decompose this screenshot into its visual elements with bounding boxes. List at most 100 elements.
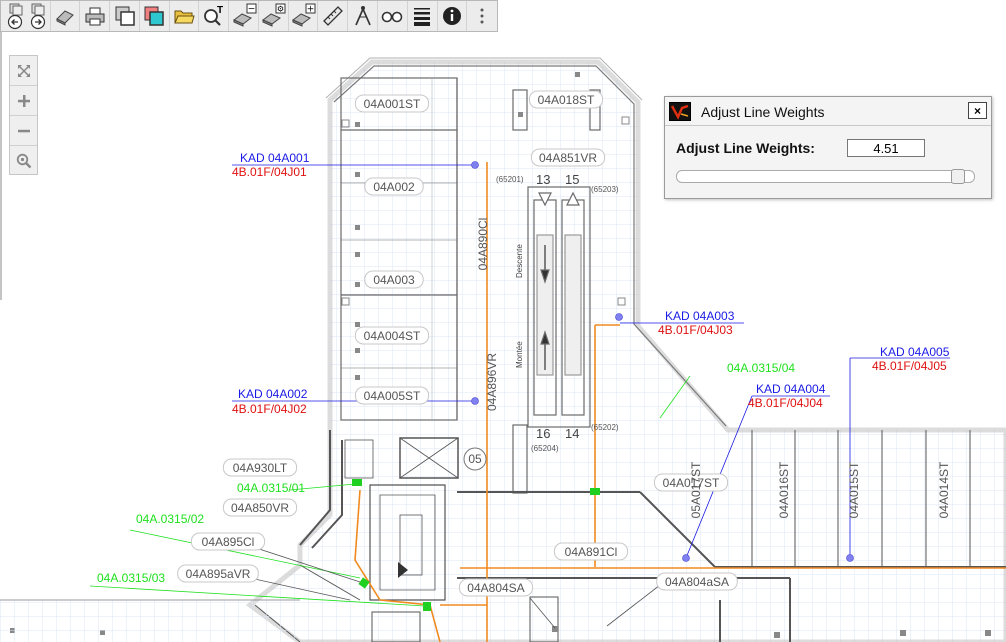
zone-code: (65204) xyxy=(531,444,559,453)
binoculars-icon xyxy=(382,11,403,23)
circuit-label: 04A.0315/02 xyxy=(136,512,204,526)
device-ref-label: 4B.01F/04J04 xyxy=(748,396,823,410)
room-label: 04A003 xyxy=(364,270,424,289)
zoom-in-button[interactable] xyxy=(10,86,37,116)
copy-color-button[interactable] xyxy=(140,1,170,31)
room-label: 04A804SA xyxy=(458,578,534,597)
room-label: 04A002 xyxy=(364,177,424,196)
vertical-room-label: 04A890Cl xyxy=(476,218,490,271)
zoom-fit-icon xyxy=(16,153,31,169)
line-weights-slider[interactable] xyxy=(676,169,975,184)
room-label-text: 04A003 xyxy=(373,273,415,287)
zoom-controls xyxy=(9,55,38,175)
room-label-text: 04A895Cl xyxy=(202,535,255,549)
vertical-room-label: 04A896VR xyxy=(485,353,499,411)
eraser-button[interactable] xyxy=(51,1,81,31)
room-label-text: 04A002 xyxy=(373,180,415,194)
search-text-icon: T xyxy=(203,5,223,26)
vertical-room-label: 04A014ST xyxy=(937,461,951,518)
binoculars-button[interactable] xyxy=(378,1,408,31)
back-forward-button[interactable] xyxy=(1,1,51,31)
room-label: 04A891Cl xyxy=(553,542,629,561)
circuit-label: 04A.0315/03 xyxy=(97,571,165,585)
column-marker-label: 05 xyxy=(468,452,482,466)
layer-settings-button[interactable]: ⚙ xyxy=(259,1,289,31)
zoom-out-button[interactable] xyxy=(10,116,37,146)
device-ref-label: 4B.01F/04J02 xyxy=(232,402,307,416)
room-label: 04A004ST xyxy=(354,326,430,345)
line-weights-label: Adjust Line Weights: xyxy=(676,140,815,156)
zone-code: (65201) xyxy=(496,175,524,184)
room-label-text: 04A001ST xyxy=(364,97,421,111)
open-folder-button[interactable] xyxy=(170,1,200,31)
svg-text:⚙: ⚙ xyxy=(277,5,284,14)
line-weights-input[interactable] xyxy=(847,139,925,157)
device-ref-label: 4B.01F/04J01 xyxy=(232,165,307,179)
room-label-text: 04A891Cl xyxy=(565,545,618,559)
dialog-title: Adjust Line Weights xyxy=(701,104,825,120)
slider-handle[interactable] xyxy=(951,169,966,184)
eraser-icon xyxy=(56,10,74,26)
zone-code: (65202) xyxy=(591,423,619,432)
dialog-header[interactable]: Adjust Line Weights × xyxy=(665,97,991,126)
compass-button[interactable] xyxy=(348,1,379,31)
room-label-text: 04A895aVR xyxy=(186,567,251,581)
back-icon xyxy=(8,3,23,30)
device-kad-label: KAD 04A004 xyxy=(756,382,826,396)
room-label: 04A804aSA xyxy=(656,572,738,591)
info-button[interactable] xyxy=(438,1,468,31)
svg-text:T: T xyxy=(217,5,223,16)
device-kad-label: KAD 04A003 xyxy=(665,309,735,323)
line-weights-button[interactable] xyxy=(408,1,438,31)
device-kad-label: KAD 04A001 xyxy=(240,151,310,165)
copy-window-button[interactable] xyxy=(110,1,140,31)
room-label: 04A930LT xyxy=(222,458,298,477)
stair-number-bottom-left: 16 xyxy=(536,426,550,441)
copy-window-icon xyxy=(115,6,135,26)
circuit-label: 04A.0315/01 xyxy=(237,481,305,495)
zoom-fit-button[interactable] xyxy=(10,146,37,176)
dialog-close-button[interactable]: × xyxy=(968,102,987,119)
room-label: 04A895aVR xyxy=(177,564,259,583)
device-kad-label: KAD 04A002 xyxy=(238,387,308,401)
room-label-text: 04A004ST xyxy=(364,329,421,343)
copy-color-icon xyxy=(144,6,165,26)
room-label-text: 04A851VR xyxy=(539,151,597,165)
room-label-text: 04A850VR xyxy=(231,501,289,515)
room-label-text: 04A804SA xyxy=(467,581,524,595)
measure-button[interactable] xyxy=(318,1,349,31)
room-label: 04A851VR xyxy=(530,148,606,167)
room-label: 04A005ST xyxy=(354,386,430,405)
zone-code: (65203) xyxy=(591,185,619,194)
svg-text:−: − xyxy=(247,5,255,15)
room-label: 04A018ST xyxy=(528,90,604,109)
room-label: 04A850VR xyxy=(222,498,298,517)
more-menu-button[interactable] xyxy=(467,1,497,31)
layer-settings-icon: ⚙ xyxy=(262,3,286,27)
layer-minus-icon: − xyxy=(232,3,257,27)
open-folder-icon xyxy=(174,10,195,24)
close-icon: × xyxy=(973,103,981,118)
layer-add-button[interactable]: + xyxy=(289,1,319,31)
circuit-label: 04A.0315/04 xyxy=(727,361,795,375)
device-ref-label: 4B.01F/04J03 xyxy=(658,323,733,337)
room-label: 04A001ST xyxy=(354,94,430,113)
fullscreen-button[interactable] xyxy=(10,56,37,86)
print-icon xyxy=(85,7,105,26)
toolbar: T − ⚙ + xyxy=(0,0,498,32)
svg-text:+: + xyxy=(307,5,315,15)
room-label-text: 04A005ST xyxy=(364,389,421,403)
fullscreen-icon xyxy=(17,64,30,77)
forward-icon xyxy=(31,3,46,30)
device-kad-label: KAD 04A005 xyxy=(880,345,950,359)
print-button[interactable] xyxy=(80,1,111,31)
vertical-room-label: 05A017ST xyxy=(689,461,703,518)
escalator-ascend-label: Montée xyxy=(515,341,524,368)
layer-remove-button[interactable]: − xyxy=(229,1,259,31)
zoom-out-icon xyxy=(17,129,30,132)
compass-icon xyxy=(354,6,371,26)
room-label-text: 04A930LT xyxy=(233,461,288,475)
lower-grid xyxy=(0,600,300,642)
stair-number-bottom-right: 14 xyxy=(565,426,579,441)
search-text-button[interactable]: T xyxy=(199,1,230,31)
